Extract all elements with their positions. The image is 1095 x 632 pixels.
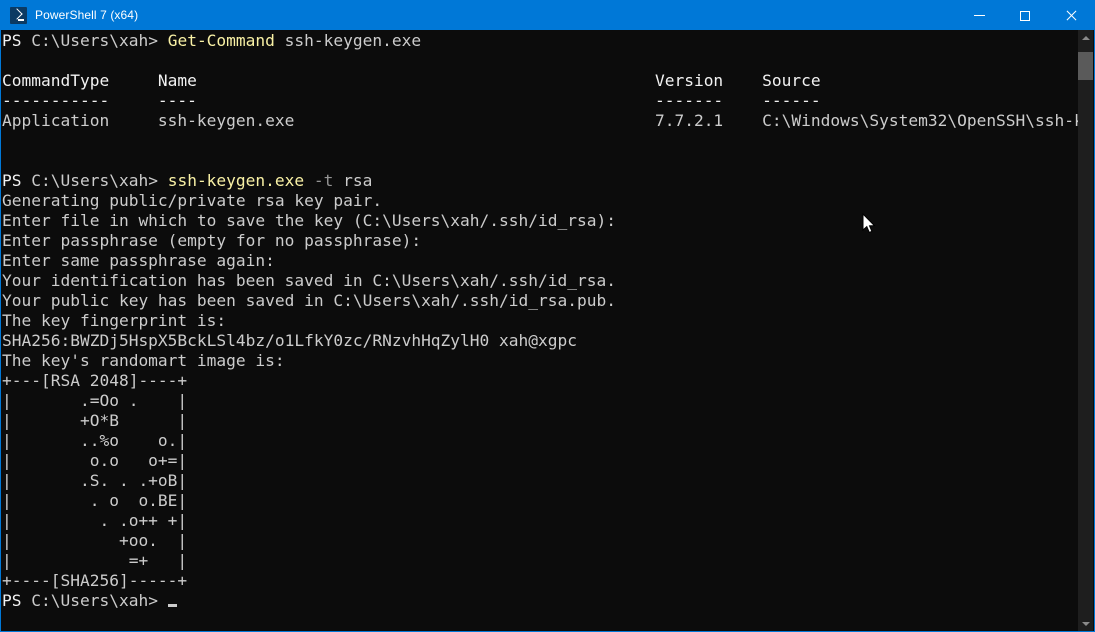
console-text-segment: rsa xyxy=(333,171,373,190)
console-line-art-8: | +oo. | xyxy=(2,531,1080,551)
console-text-segment: C:\Users\xah> xyxy=(31,171,168,190)
console-text: PS C:\Users\xah> Get-Command ssh-keygen.… xyxy=(2,31,1080,611)
powershell-window: PowerShell 7 (x64) PS C:\Users\xah> Get-… xyxy=(0,0,1095,632)
console-line-art-4: | o.o o+=| xyxy=(2,451,1080,471)
console-text-segment: The key fingerprint is: xyxy=(2,311,227,330)
console-text-segment: | . o o.BE| xyxy=(2,491,188,510)
text-cursor xyxy=(167,604,178,607)
console-text-segment: Generating public/private rsa key pair. xyxy=(2,191,383,210)
console-line-art-bottom: +----[SHA256]-----+ xyxy=(2,571,1080,591)
powershell-underscore-glyph xyxy=(18,19,24,21)
console-line-prompt-3: PS C:\Users\xah> xyxy=(2,591,1080,611)
console-line-out-identification: Your identification has been saved in C:… xyxy=(2,271,1080,291)
console-text-segment: The key's randomart image is: xyxy=(2,351,285,370)
console-text-segment: | . .o++ +| xyxy=(2,511,188,530)
console-text-segment: PS xyxy=(2,171,32,190)
window-title: PowerShell 7 (x64) xyxy=(35,8,139,22)
console-line-art-3: | ..%o o.| xyxy=(2,431,1080,451)
scrollbar-track[interactable] xyxy=(1078,46,1093,616)
console-output-area[interactable]: PS C:\Users\xah> Get-Command ssh-keygen.… xyxy=(2,30,1080,631)
console-line-table-rule: ----------- ---- ------- ------ xyxy=(2,91,1080,111)
console-line-prompt-1: PS C:\Users\xah> Get-Command ssh-keygen.… xyxy=(2,31,1080,51)
chevron-up-icon xyxy=(1081,36,1090,40)
console-text-segment: Get-Command xyxy=(167,31,275,50)
console-text-segment: | +oo. | xyxy=(2,531,188,550)
console-line-art-9: | =+ | xyxy=(2,551,1080,571)
console-text-segment: C:\Users\xah> xyxy=(31,31,168,50)
maximize-button[interactable] xyxy=(1002,1,1048,30)
console-text-segment: SHA256:BWZDj5HspX5BckLSl4bz/o1LfkY0zc/RN… xyxy=(2,331,577,350)
console-line-out-enterfile: Enter file in which to save the key (C:\… xyxy=(2,211,1080,231)
console-text-segment: PS xyxy=(2,591,32,610)
console-text-segment: Enter file in which to save the key (C:\… xyxy=(2,211,616,230)
scroll-up-arrow-icon[interactable] xyxy=(1078,30,1093,46)
console-line-blank-1 xyxy=(2,51,1080,71)
console-line-out-generating: Generating public/private rsa key pair. xyxy=(2,191,1080,211)
scrollbar-thumb[interactable] xyxy=(1078,52,1093,80)
console-text-segment: ----------- ---- ------- ------ xyxy=(2,91,821,110)
chevron-down-icon xyxy=(1081,622,1090,626)
console-text-segment: +----[SHA256]-----+ xyxy=(2,571,188,590)
scroll-down-arrow-icon[interactable] xyxy=(1078,616,1093,631)
console-text-segment: Enter passphrase (empty for no passphras… xyxy=(2,231,422,250)
console-scrollbar[interactable] xyxy=(1078,30,1093,631)
console-line-prompt-2: PS C:\Users\xah> ssh-keygen.exe -t rsa xyxy=(2,171,1080,191)
console-text-segment: Application ssh-keygen.exe 7.7.2.1 C:\Wi… xyxy=(2,111,1080,130)
console-text-segment: | .S. . .+oB| xyxy=(2,471,188,490)
maximize-icon xyxy=(1020,10,1030,21)
console-line-art-top: +---[RSA 2048]----+ xyxy=(2,371,1080,391)
console-line-art-5: | .S. . .+oB| xyxy=(2,471,1080,491)
console-text-segment: | ..%o o.| xyxy=(2,431,188,450)
console-text-segment: | =+ | xyxy=(2,551,188,570)
console-text-segment: CommandType Name Version Source xyxy=(2,71,821,90)
console-text-segment: +---[RSA 2048]----+ xyxy=(2,371,188,390)
close-button[interactable] xyxy=(1048,1,1094,30)
console-text-segment: | +O*B | xyxy=(2,411,188,430)
console-line-out-randomart-label: The key's randomart image is: xyxy=(2,351,1080,371)
console-text-segment: Your public key has been saved in C:\Use… xyxy=(2,291,616,310)
console-line-blank-2 xyxy=(2,131,1080,151)
close-icon xyxy=(1065,10,1077,22)
console-line-out-publickey: Your public key has been saved in C:\Use… xyxy=(2,291,1080,311)
console-text-segment: -t xyxy=(304,171,334,190)
console-line-out-passphrase-again: Enter same passphrase again: xyxy=(2,251,1080,271)
minimize-icon xyxy=(973,15,985,16)
console-line-table-row-1: Application ssh-keygen.exe 7.7.2.1 C:\Wi… xyxy=(2,111,1080,131)
console-line-art-2: | +O*B | xyxy=(2,411,1080,431)
console-text-segment: Your identification has been saved in C:… xyxy=(2,271,616,290)
console-line-out-fingerprint-label: The key fingerprint is: xyxy=(2,311,1080,331)
console-line-out-fingerprint: SHA256:BWZDj5HspX5BckLSl4bz/o1LfkY0zc/RN… xyxy=(2,331,1080,351)
console-text-segment: Enter same passphrase again: xyxy=(2,251,275,270)
console-text-segment: | .=Oo . | xyxy=(2,391,188,410)
powershell-icon xyxy=(10,7,27,24)
console-text-segment: C:\Users\xah> xyxy=(31,591,168,610)
console-line-out-passphrase: Enter passphrase (empty for no passphras… xyxy=(2,231,1080,251)
title-bar[interactable]: PowerShell 7 (x64) xyxy=(1,1,1094,30)
powershell-chevron-glyph xyxy=(11,8,23,20)
console-text-segment: | o.o o+=| xyxy=(2,451,188,470)
minimize-button[interactable] xyxy=(956,1,1002,30)
window-controls xyxy=(956,1,1094,30)
console-text-segment: PS xyxy=(2,31,32,50)
console-line-art-7: | . .o++ +| xyxy=(2,511,1080,531)
console-line-table-header: CommandType Name Version Source xyxy=(2,71,1080,91)
console-text-segment: ssh-keygen.exe xyxy=(274,31,422,50)
console-line-art-1: | .=Oo . | xyxy=(2,391,1080,411)
console-line-art-6: | . o o.BE| xyxy=(2,491,1080,511)
console-text-segment: ssh-keygen.exe xyxy=(167,171,305,190)
console-line-blank-3 xyxy=(2,151,1080,171)
